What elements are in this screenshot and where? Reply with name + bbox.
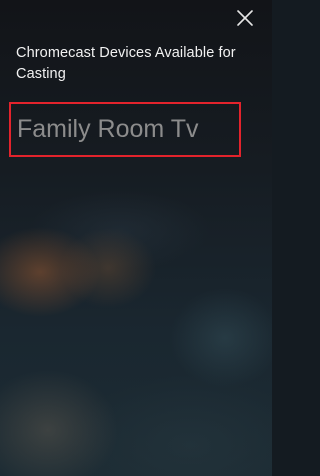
device-list: Family Room Tv (0, 102, 272, 157)
device-item-family-room-tv[interactable]: Family Room Tv (9, 102, 241, 157)
device-label: Family Room Tv (17, 115, 199, 143)
close-icon (237, 10, 253, 26)
page-title: Chromecast Devices Available for Casting (16, 45, 236, 82)
cast-devices-screen: Chromecast Devices Available for Casting… (0, 0, 272, 476)
close-button[interactable] (236, 9, 254, 27)
